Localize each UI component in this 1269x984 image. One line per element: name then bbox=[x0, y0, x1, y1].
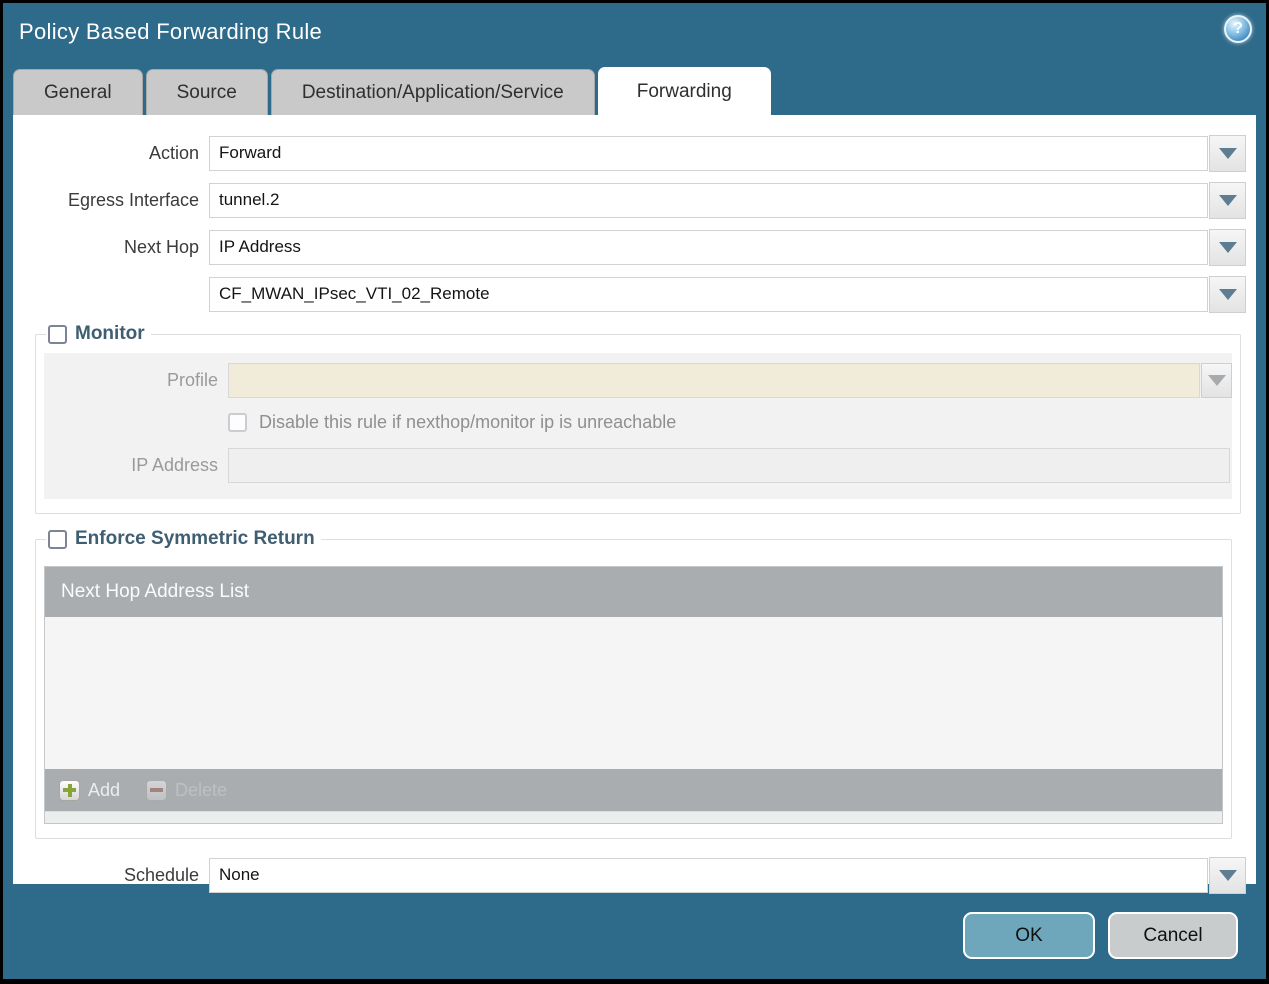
tab-bar: General Source Destination/Application/S… bbox=[13, 67, 1256, 115]
enforce-symmetric-return-checkbox[interactable] bbox=[48, 529, 67, 549]
plus-icon bbox=[59, 779, 80, 801]
help-icon[interactable]: ? bbox=[1224, 15, 1252, 43]
minus-icon bbox=[146, 779, 168, 801]
schedule-dropdown-button[interactable] bbox=[1209, 856, 1246, 894]
delete-button: Delete bbox=[146, 779, 228, 801]
schedule-select[interactable]: None bbox=[209, 857, 1208, 893]
monitor-group: Monitor Profile Disable this rule if nex… bbox=[35, 323, 1241, 514]
dialog-content: Action Forward Egress Interface tunnel.2… bbox=[13, 115, 1256, 894]
monitor-ip-address-label: IP Address bbox=[131, 455, 218, 475]
chevron-down-icon bbox=[1218, 241, 1237, 253]
action-select[interactable]: Forward bbox=[209, 135, 1208, 171]
next-hop-address-select[interactable]: CF_MWAN_IPsec_VTI_02_Remote bbox=[209, 276, 1208, 312]
action-label: Action bbox=[148, 142, 199, 163]
profile-select bbox=[228, 363, 1200, 398]
monitor-panel: Profile Disable this rule if nexthop/mon… bbox=[44, 353, 1232, 499]
monitor-legend-label: Monitor bbox=[75, 323, 145, 344]
ok-button[interactable]: OK bbox=[963, 912, 1095, 959]
symmetric-return-legend: Enforce Symmetric Return bbox=[46, 528, 321, 550]
dialog-footer: OK Cancel bbox=[963, 912, 1238, 959]
tab-general[interactable]: General bbox=[13, 69, 143, 115]
next-hop-address-list-body[interactable] bbox=[45, 617, 1222, 769]
chevron-down-icon bbox=[1218, 869, 1237, 881]
tab-destination-application-service[interactable]: Destination/Application/Service bbox=[270, 69, 595, 115]
schedule-label: Schedule bbox=[123, 864, 199, 885]
next-hop-dropdown-button[interactable] bbox=[1209, 228, 1246, 266]
disable-rule-checkbox bbox=[228, 413, 247, 432]
delete-button-label: Delete bbox=[175, 779, 228, 800]
add-button[interactable]: Add bbox=[59, 779, 121, 801]
profile-row: Profile bbox=[44, 363, 1232, 398]
symmetric-return-group: Enforce Symmetric Return Next Hop Addres… bbox=[35, 528, 1232, 839]
profile-dropdown-button bbox=[1201, 363, 1232, 398]
action-dropdown-button[interactable] bbox=[1209, 134, 1246, 172]
profile-label: Profile bbox=[166, 370, 218, 390]
monitor-legend: Monitor bbox=[46, 323, 151, 345]
monitor-ip-address-row: IP Address bbox=[44, 448, 1232, 483]
add-button-label: Add bbox=[88, 779, 121, 800]
next-hop-address-dropdown-button[interactable] bbox=[1209, 275, 1246, 313]
egress-interface-row: Egress Interface tunnel.2 bbox=[13, 181, 1246, 219]
egress-interface-dropdown-button[interactable] bbox=[1209, 181, 1246, 219]
next-hop-address-row: CF_MWAN_IPsec_VTI_02_Remote bbox=[13, 275, 1246, 313]
next-hop-address-list-table: Next Hop Address List Add Delete bbox=[44, 566, 1223, 824]
egress-interface-label: Egress Interface bbox=[67, 189, 199, 210]
dialog-title: Policy Based Forwarding Rule bbox=[19, 19, 323, 44]
next-hop-label: Next Hop bbox=[123, 236, 199, 257]
next-hop-type-select[interactable]: IP Address bbox=[209, 229, 1208, 265]
monitor-ip-address-input bbox=[228, 448, 1230, 483]
cancel-button[interactable]: Cancel bbox=[1108, 912, 1238, 959]
chevron-down-icon bbox=[1218, 288, 1237, 300]
pbf-rule-dialog: Policy Based Forwarding Rule ? General S… bbox=[3, 3, 1266, 979]
chevron-down-icon bbox=[1218, 147, 1237, 159]
horizontal-scrollbar[interactable] bbox=[45, 811, 1222, 823]
next-hop-address-list-header: Next Hop Address List bbox=[45, 567, 1222, 617]
monitor-checkbox[interactable] bbox=[48, 324, 67, 344]
action-row: Action Forward bbox=[13, 134, 1246, 172]
tab-forwarding[interactable]: Forwarding bbox=[597, 67, 771, 115]
tab-source[interactable]: Source bbox=[145, 69, 268, 115]
egress-interface-select[interactable]: tunnel.2 bbox=[209, 182, 1208, 218]
disable-rule-label: Disable this rule if nexthop/monitor ip … bbox=[259, 412, 677, 432]
next-hop-row: Next Hop IP Address bbox=[13, 228, 1246, 266]
chevron-down-icon bbox=[1218, 194, 1237, 206]
symmetric-return-legend-label: Enforce Symmetric Return bbox=[75, 528, 315, 549]
titlebar: Policy Based Forwarding Rule ? bbox=[3, 3, 1266, 67]
next-hop-address-list-footer: Add Delete bbox=[45, 769, 1222, 811]
chevron-down-icon bbox=[1207, 375, 1226, 386]
disable-rule-row: Disable this rule if nexthop/monitor ip … bbox=[228, 412, 1232, 433]
schedule-row: Schedule None bbox=[13, 856, 1246, 894]
